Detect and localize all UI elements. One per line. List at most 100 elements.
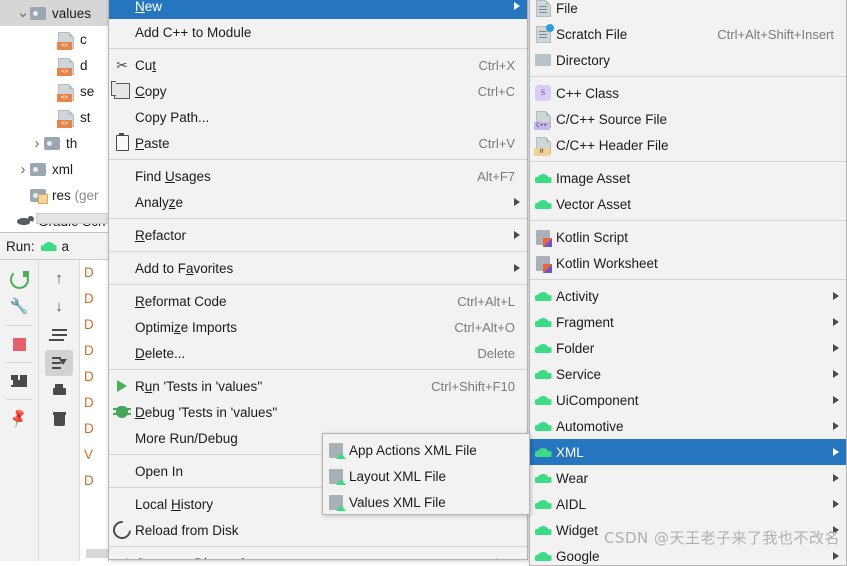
menu-item-label: Google [556, 548, 600, 564]
menu-item-values-xml-file[interactable]: Values XML File [323, 489, 529, 514]
run-console-output[interactable]: DDDDDDDVD [80, 260, 108, 561]
tree-horizontal-scrollbar[interactable] [36, 213, 108, 224]
menu-item-icon-slot [530, 387, 556, 413]
menu-item-copy[interactable]: Copy Ctrl+C [109, 78, 527, 104]
menu-item-shortcut: Ctrl+D [478, 556, 527, 560]
menu-item-automotive[interactable]: Automotive [530, 413, 846, 439]
chevron-down-icon[interactable]: ⌄ [16, 5, 30, 20]
menu-item-kotlin-worksheet[interactable]: Kotlin Worksheet [530, 250, 846, 276]
rerun-icon [9, 269, 29, 289]
menu-item-icon-slot [109, 163, 135, 189]
scroll-to-end-button[interactable] [45, 350, 73, 376]
menu-item-debug-tests-in-values[interactable]: Debug 'Tests in 'values'' [109, 399, 527, 425]
menu-item-directory[interactable]: Directory [530, 47, 846, 73]
menu-item-icon-slot [109, 550, 135, 559]
submenu-arrow-icon [514, 264, 520, 272]
pin-tab-button[interactable]: 📌 [5, 405, 33, 431]
tree-row[interactable]: d [0, 52, 108, 78]
menu-item-delete[interactable]: Delete... Delete [109, 340, 527, 366]
menu-item-wear[interactable]: Wear [530, 465, 846, 491]
menu-item-folder[interactable]: Folder [530, 335, 846, 361]
run-tool-window-header: Run: a [0, 233, 108, 260]
run-label: Run: [6, 238, 35, 254]
menu-item-refactor[interactable]: Refactor [109, 222, 527, 248]
run-tab-label[interactable]: a [62, 239, 70, 254]
folder-generated-icon [30, 187, 48, 204]
chevron-right-icon[interactable]: › [30, 135, 44, 152]
menu-item-image-asset[interactable]: Image Asset [530, 165, 846, 191]
tree-row[interactable]: › th [0, 130, 108, 156]
menu-item-icon-slot [530, 543, 556, 565]
layout-icon [11, 375, 27, 387]
clear-all-button[interactable] [45, 406, 73, 432]
menu-item-label: Copy [135, 83, 167, 99]
soft-wrap-button[interactable] [45, 322, 73, 348]
tree-row[interactable]: ⌄ values [0, 0, 108, 26]
menu-item-icon-slot [109, 399, 135, 425]
menu-item-add-c-to-module[interactable]: Add C++ to Module [109, 19, 527, 45]
menu-item-file[interactable]: File [530, 0, 846, 21]
menu-item-shortcut: Ctrl+Alt+L [457, 293, 515, 309]
layout-button[interactable] [5, 368, 33, 394]
menu-item-google[interactable]: Google [530, 543, 846, 565]
menu-item-compare-directories[interactable]: Compare DirectoriesCtrl+D [109, 550, 527, 560]
xml-submenu[interactable]: App Actions XML File Layout XML File Value… [322, 433, 530, 515]
project-tree-panel[interactable]: ⌄values c d se st›th›xml res (ger Gradle… [0, 0, 109, 228]
menu-item-analyze[interactable]: Analyze [109, 189, 527, 215]
menu-item-vector-asset[interactable]: Vector Asset [530, 191, 846, 217]
down-stack-trace-button[interactable]: ↓ [45, 294, 73, 320]
folder-icon [44, 135, 62, 151]
menu-item-new[interactable]: New [109, 0, 527, 19]
directory-icon [535, 54, 551, 66]
menu-item-service[interactable]: Service [530, 361, 846, 387]
tree-row-label: c [80, 31, 87, 47]
menu-item-scratch-file[interactable]: Scratch File Ctrl+Alt+Shift+Insert [530, 21, 846, 47]
menu-item-app-actions-xml-file[interactable]: App Actions XML File [323, 437, 529, 463]
tree-row[interactable]: c [0, 26, 108, 52]
menu-item-icon-slot [109, 314, 135, 340]
menu-item-layout-xml-file[interactable]: Layout XML File [323, 463, 529, 489]
menu-item-c-c-header-file[interactable]: H C/C++ Header File [530, 132, 846, 158]
menu-item-c-c-source-file[interactable]: C++ C/C++ Source File [530, 106, 846, 132]
menu-item-reload-from-disk[interactable]: Reload from Disk [109, 517, 527, 543]
menu-item-cut[interactable]: ✂ Cut Ctrl+X [109, 52, 527, 78]
submenu-arrow-icon [833, 500, 839, 508]
new-submenu[interactable]: File Scratch File Ctrl+Alt+Shift+Insert Dir… [529, 0, 847, 566]
console-horizontal-scrollbar[interactable] [86, 549, 108, 558]
tree-row[interactable]: st [0, 104, 108, 130]
menu-item-c-class[interactable]: S C++ Class [530, 80, 846, 106]
menu-item-add-to-favorites[interactable]: Add to Favorites [109, 255, 527, 281]
tree-row[interactable]: se [0, 78, 108, 104]
edit-configurations-button[interactable]: 🔧 [5, 294, 33, 320]
menu-item-xml[interactable]: XML [530, 439, 846, 465]
submenu-arrow-icon [833, 422, 839, 430]
menu-item-optimize-imports[interactable]: Optimize Imports Ctrl+Alt+O [109, 314, 527, 340]
chevron-right-icon[interactable]: › [16, 161, 30, 178]
menu-item-kotlin-script[interactable]: Kotlin Script [530, 224, 846, 250]
menu-item-paste[interactable]: Paste Ctrl+V [109, 130, 527, 156]
console-line-list: DDDDDDDVD [80, 260, 108, 494]
rerun-button[interactable] [5, 266, 33, 292]
print-button[interactable] [45, 378, 73, 404]
tree-row[interactable]: › xml [0, 156, 108, 182]
up-stack-trace-button[interactable]: ↑ [45, 266, 73, 292]
menu-item-icon-slot [109, 130, 135, 156]
menu-item-copy-path[interactable]: Copy Path... [109, 104, 527, 130]
menu-item-icon-slot [109, 373, 135, 399]
menu-item-aidl[interactable]: AIDL [530, 491, 846, 517]
submenu-arrow-icon [833, 552, 839, 560]
menu-item-fragment[interactable]: Fragment [530, 309, 846, 335]
stop-button[interactable] [5, 331, 33, 357]
submenu-arrow-icon [833, 526, 839, 534]
menu-item-find-usages[interactable]: Find Usages Alt+F7 [109, 163, 527, 189]
menu-item-activity[interactable]: Activity [530, 283, 846, 309]
android-icon [40, 241, 56, 252]
menu-item-widget[interactable]: Widget [530, 517, 846, 543]
tree-row[interactable]: res (ger [0, 182, 108, 208]
menu-item-run-tests-in-values[interactable]: Run 'Tests in 'values'' Ctrl+Shift+F10 [109, 373, 527, 399]
menu-item-uicomponent[interactable]: UiComponent [530, 387, 846, 413]
menu-item-reformat-code[interactable]: Reformat Code Ctrl+Alt+L [109, 288, 527, 314]
